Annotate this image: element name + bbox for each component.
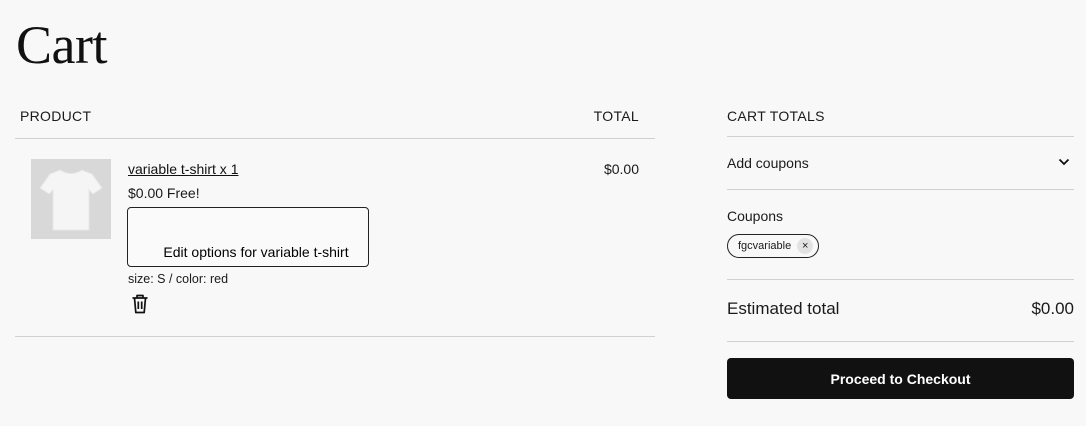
cart-table: PRODUCT TOTAL variable t-shirt x 1 $0.00…	[15, 104, 655, 337]
total-column-header: TOTAL	[593, 108, 639, 124]
coupon-code: fgcvariable	[738, 240, 792, 252]
product-name-link[interactable]: variable t-shirt x 1	[128, 161, 238, 177]
add-coupons-toggle[interactable]: Add coupons	[727, 137, 1074, 190]
table-header: PRODUCT TOTAL	[15, 104, 655, 139]
coupons-section: Coupons fgcvariable ×	[727, 190, 1074, 280]
product-column-header: PRODUCT	[20, 108, 92, 124]
trash-icon[interactable]	[131, 294, 149, 314]
page-title: Cart	[16, 15, 107, 75]
edit-options-button[interactable]: Edit options for variable t-shirt	[127, 207, 369, 267]
product-thumbnail[interactable]	[31, 159, 111, 239]
tshirt-image	[39, 169, 103, 231]
cart-totals-heading: CART TOTALS	[727, 104, 1074, 137]
close-icon[interactable]: ×	[797, 238, 814, 254]
coupons-label: Coupons	[727, 208, 784, 224]
estimated-total-value: $0.00	[1031, 299, 1074, 318]
coupon-chip: fgcvariable ×	[727, 234, 820, 258]
add-coupons-label: Add coupons	[727, 155, 809, 171]
cart-item-row: variable t-shirt x 1 $0.00 Free! Edit op…	[15, 139, 655, 337]
product-variation: size: S / color: red	[128, 272, 229, 286]
proceed-to-checkout-button[interactable]: Proceed to Checkout	[727, 358, 1074, 399]
cart-totals-panel: CART TOTALS Add coupons Coupons fgcvaria…	[727, 104, 1074, 399]
item-total: $0.00	[603, 161, 639, 177]
estimated-total-row: Estimated total $0.00	[727, 280, 1074, 342]
estimated-total-label: Estimated total	[727, 299, 840, 318]
product-price: $0.00 Free!	[128, 185, 200, 201]
chevron-down-icon	[1058, 158, 1070, 166]
